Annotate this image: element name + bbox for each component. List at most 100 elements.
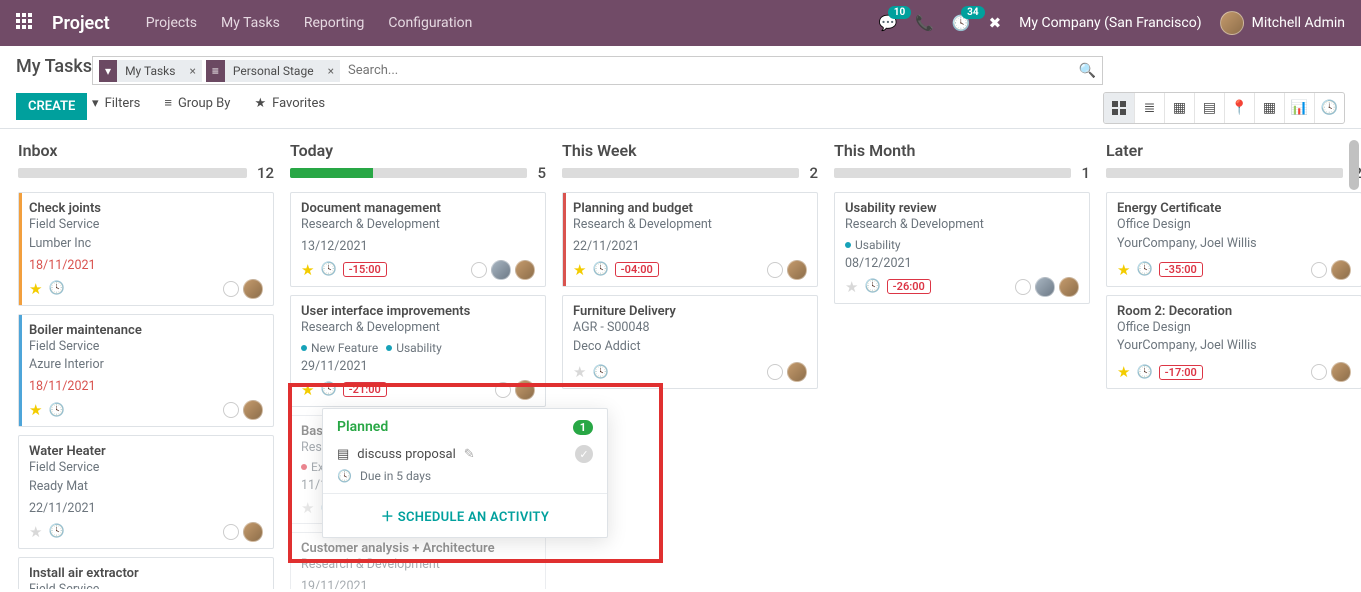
state-toggle[interactable]	[223, 524, 239, 540]
view-graph[interactable]: 📊	[1284, 93, 1314, 123]
view-map[interactable]: 📍	[1224, 93, 1254, 123]
filter-tag-remove[interactable]: ×	[183, 60, 201, 82]
favorites-button[interactable]: ★Favorites	[254, 96, 325, 111]
mark-done-button[interactable]: ✓	[575, 445, 593, 463]
column-count: 1	[1081, 164, 1090, 182]
card-title: Usability review	[845, 201, 1079, 216]
group-tag-remove[interactable]: ×	[322, 60, 340, 82]
clock-icon: 🕓	[48, 524, 64, 539]
view-gantt[interactable]: ▤	[1194, 93, 1224, 123]
card-customer: YourCompany, Joel Willis	[1117, 337, 1351, 356]
task-card[interactable]: User interface improvements Research & D…	[290, 295, 546, 407]
group-tag-label: Personal Stage	[225, 60, 322, 82]
task-card[interactable]: Customer analysis + Architecture Researc…	[290, 532, 546, 589]
priority-star[interactable]: ★	[29, 401, 42, 419]
card-title: Check joints	[29, 201, 263, 216]
nav-projects[interactable]: Projects	[146, 15, 197, 31]
card-date: 19/11/2021	[301, 579, 535, 589]
column-this-month: This Month 1 Usability review Research &…	[826, 141, 1098, 589]
priority-star[interactable]: ★	[1117, 261, 1130, 279]
assignee-avatar[interactable]	[1059, 277, 1079, 297]
company-selector[interactable]: My Company (San Francisco)	[1019, 15, 1201, 31]
card-project: Field Service	[29, 459, 263, 478]
task-card[interactable]: Furniture Delivery AGR - S00048 Deco Add…	[562, 295, 818, 390]
search-bar[interactable]: ▾ My Tasks × ≡ Personal Stage × 🔍	[92, 56, 1103, 85]
edit-icon[interactable]: ✎	[464, 447, 475, 462]
priority-star[interactable]: ★	[845, 278, 858, 296]
view-calendar[interactable]: ▦	[1164, 93, 1194, 123]
column-count: 2	[809, 164, 818, 182]
task-card[interactable]: Energy Certificate Office Design YourCom…	[1106, 192, 1361, 287]
task-card[interactable]: Water Heater Field Service Ready Mat 22/…	[18, 435, 274, 549]
search-input[interactable]	[344, 59, 1075, 82]
view-list[interactable]: ≣	[1134, 93, 1164, 123]
task-card[interactable]: Room 2: Decoration Office Design YourCom…	[1106, 295, 1361, 390]
priority-star[interactable]: ★	[1117, 363, 1130, 381]
state-toggle[interactable]	[767, 364, 783, 380]
filters-button[interactable]: ▾Filters	[92, 96, 140, 111]
priority-star[interactable]: ★	[29, 523, 42, 541]
apps-icon[interactable]	[16, 13, 32, 34]
card-project: Field Service	[29, 338, 263, 357]
activity-popover: Planned 1 ▤ discuss proposal ✎ ✓ 🕓 Due i…	[322, 408, 608, 538]
funnel-icon: ▾	[99, 60, 117, 82]
view-kanban[interactable]	[1104, 93, 1134, 123]
nav-my-tasks[interactable]: My Tasks	[221, 15, 280, 31]
state-toggle[interactable]	[471, 262, 487, 278]
state-toggle[interactable]	[1311, 364, 1327, 380]
view-activity[interactable]: 🕓	[1314, 93, 1344, 123]
state-toggle[interactable]	[1311, 262, 1327, 278]
state-toggle[interactable]	[223, 402, 239, 418]
task-card[interactable]: Install air extractor Field Service Deco…	[18, 557, 274, 590]
scrollbar-thumb[interactable]	[1349, 140, 1359, 190]
priority-star[interactable]: ★	[29, 280, 42, 298]
assignee-avatar[interactable]	[491, 260, 511, 280]
task-card[interactable]: Planning and budget Research & Developme…	[562, 192, 818, 287]
nav-reporting[interactable]: Reporting	[304, 15, 365, 31]
card-project: Research & Development	[573, 216, 807, 235]
search-icon[interactable]: 🔍	[1079, 63, 1096, 79]
assignee-avatar[interactable]	[243, 400, 263, 420]
clock-icon[interactable]: 🕓	[320, 382, 336, 397]
assignee-avatar[interactable]	[515, 260, 535, 280]
messages-button[interactable]: 💬 10	[879, 14, 898, 32]
priority-star[interactable]: ★	[573, 261, 586, 279]
create-button[interactable]: CREATE	[16, 93, 87, 120]
task-card[interactable]: Boiler maintenance Field Service Azure I…	[18, 314, 274, 428]
assignee-avatar[interactable]	[1035, 277, 1055, 297]
card-title: Planning and budget	[573, 201, 807, 216]
task-card[interactable]: Document management Research & Developme…	[290, 192, 546, 287]
priority-star[interactable]: ★	[301, 261, 314, 279]
view-pivot[interactable]: ▦	[1254, 93, 1284, 123]
nav-configuration[interactable]: Configuration	[388, 15, 472, 31]
clock-icon: 🕓	[1136, 365, 1152, 380]
assignee-avatar[interactable]	[243, 279, 263, 299]
schedule-activity-button[interactable]: ＋ SCHEDULE AN ACTIVITY	[323, 494, 607, 537]
hours-pill: -35:00	[1159, 262, 1203, 277]
clock-icon: 🕓	[864, 279, 880, 294]
clock-icon: 🕓	[592, 262, 608, 277]
task-card[interactable]: Check joints Field Service Lumber Inc 18…	[18, 192, 274, 306]
assignee-avatar[interactable]	[787, 362, 807, 382]
user-menu[interactable]: Mitchell Admin	[1220, 11, 1345, 35]
activities-button[interactable]: 🕓 34	[952, 14, 971, 32]
tools-icon[interactable]: ✖	[989, 14, 1002, 32]
task-card[interactable]: Usability review Research & Development …	[834, 192, 1090, 304]
assignee-avatar[interactable]	[515, 380, 535, 400]
clock-icon: 🕓	[337, 469, 352, 483]
assignee-avatar[interactable]	[1331, 362, 1351, 382]
state-toggle[interactable]	[1015, 279, 1031, 295]
column-progress	[18, 168, 247, 178]
phone-icon[interactable]: 📞	[915, 14, 934, 32]
state-toggle[interactable]	[767, 262, 783, 278]
assignee-avatar[interactable]	[1331, 260, 1351, 280]
priority-star[interactable]: ★	[301, 381, 314, 399]
assignee-avatar[interactable]	[243, 522, 263, 542]
groupby-button[interactable]: ≡Group By	[164, 95, 230, 111]
priority-star[interactable]: ★	[301, 499, 314, 517]
state-toggle[interactable]	[223, 281, 239, 297]
priority-star[interactable]: ★	[573, 363, 586, 381]
card-project: Research & Development	[301, 319, 535, 338]
state-toggle[interactable]	[495, 382, 511, 398]
assignee-avatar[interactable]	[787, 260, 807, 280]
